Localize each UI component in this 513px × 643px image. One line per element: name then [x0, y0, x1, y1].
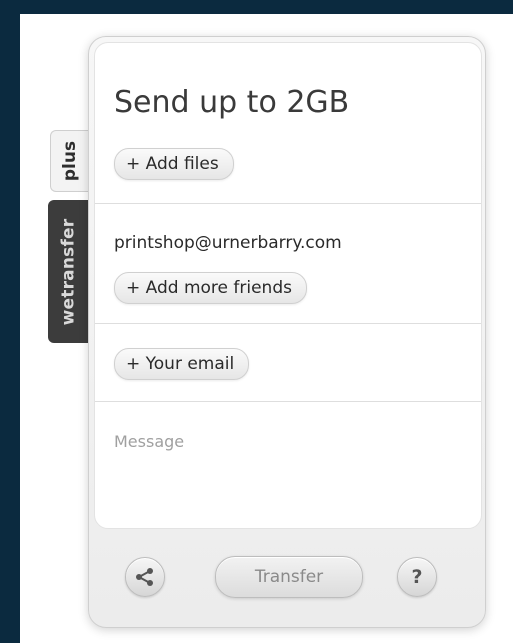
your-email-button[interactable]: + Your email: [114, 348, 250, 380]
files-section: Send up to 2GB + Add files: [95, 43, 481, 204]
add-more-friends-button[interactable]: + Add more friends: [114, 272, 307, 304]
share-icon: [136, 568, 153, 586]
tab-plus[interactable]: plus: [50, 130, 89, 192]
message-placeholder: Message: [114, 432, 185, 451]
tab-wetransfer-label: wetransfer: [58, 218, 78, 325]
help-button[interactable]: ?: [397, 557, 437, 597]
add-files-button[interactable]: + Add files: [114, 148, 234, 180]
tab-wetransfer[interactable]: wetransfer: [48, 200, 88, 343]
message-field[interactable]: Message: [95, 402, 481, 528]
transfer-card: Send up to 2GB + Add files printshop@urn…: [88, 36, 486, 628]
sender-section: + Your email: [95, 324, 481, 402]
transfer-button[interactable]: Transfer: [215, 556, 363, 598]
tab-plus-label: plus: [60, 140, 80, 182]
share-button[interactable]: [125, 557, 165, 597]
help-icon: ?: [411, 566, 423, 588]
recipient-email[interactable]: printshop@urnerbarry.com: [114, 233, 342, 253]
transfer-form: Send up to 2GB + Add files printshop@urn…: [94, 42, 482, 529]
recipients-section: printshop@urnerbarry.com + Add more frie…: [95, 204, 481, 324]
form-title: Send up to 2GB: [114, 85, 350, 120]
